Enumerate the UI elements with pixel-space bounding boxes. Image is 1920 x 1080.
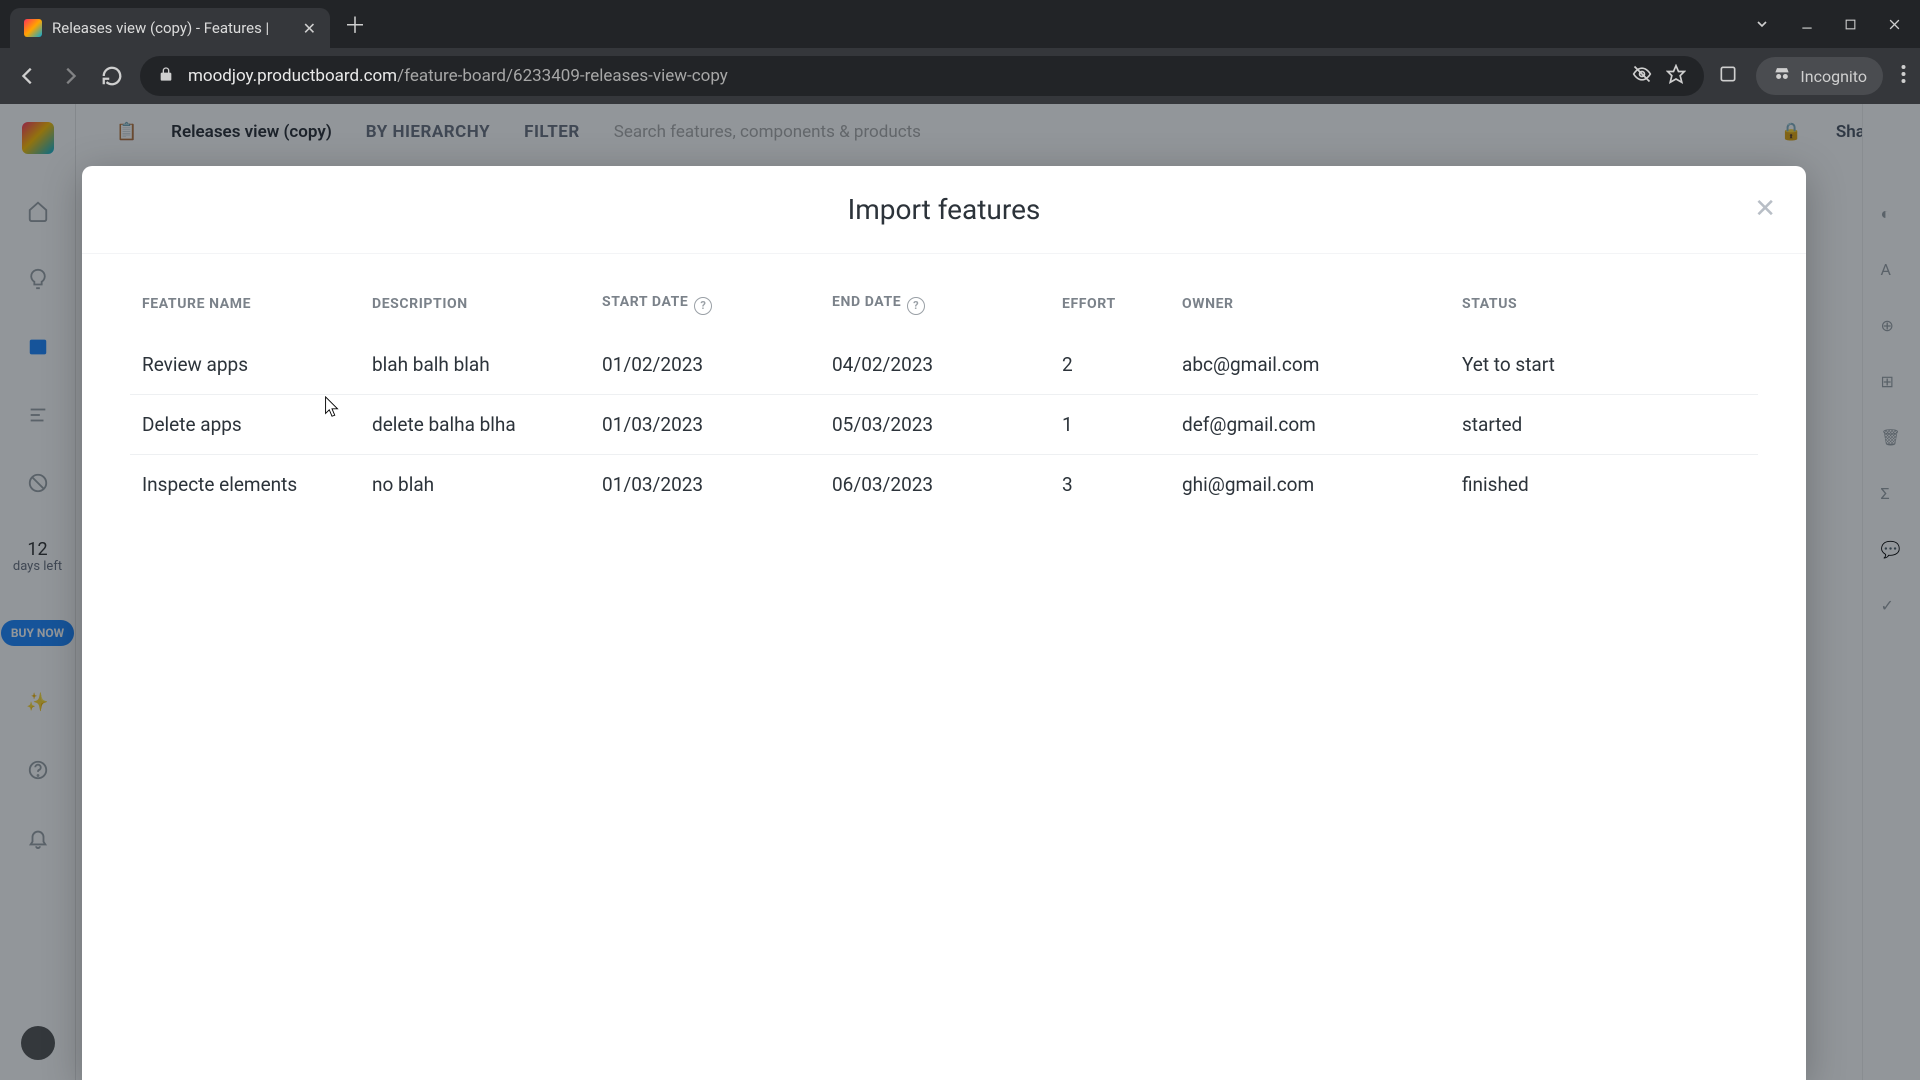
browser-toolbar: moodjoy.productboard.com/feature-board/6…	[0, 48, 1920, 104]
th-owner: OWNER	[1170, 274, 1450, 335]
forward-button[interactable]	[56, 65, 84, 87]
window-close-icon[interactable]	[1887, 17, 1902, 32]
incognito-label: Incognito	[1800, 67, 1867, 86]
window-minimize-icon[interactable]	[1800, 17, 1814, 31]
cell-desc: delete balha blha	[360, 394, 590, 454]
cell-effort: 1	[1050, 394, 1170, 454]
lock-icon	[158, 66, 174, 87]
cursor-icon	[324, 396, 340, 418]
modal-title: Import features	[848, 193, 1041, 226]
tab-favicon	[24, 19, 42, 37]
cell-status: started	[1450, 394, 1758, 454]
modal-header: Import features ✕	[82, 166, 1806, 254]
table-row[interactable]: Review appsblah balh blah01/02/202304/02…	[130, 335, 1758, 395]
cell-end: 04/02/2023	[820, 335, 1050, 395]
cell-desc: blah balh blah	[360, 335, 590, 395]
reload-button[interactable]	[98, 65, 126, 87]
cell-status: Yet to start	[1450, 335, 1758, 395]
tabs-chevron-icon[interactable]	[1754, 16, 1770, 32]
browser-tabstrip: Releases view (copy) - Features | ✕ ＋	[0, 0, 1920, 48]
cell-owner: abc@gmail.com	[1170, 335, 1450, 395]
incognito-badge[interactable]: Incognito	[1756, 57, 1883, 95]
bookmark-star-icon[interactable]	[1666, 64, 1686, 89]
browser-tab[interactable]: Releases view (copy) - Features | ✕	[10, 8, 330, 48]
cell-status: finished	[1450, 454, 1758, 514]
url-text: moodjoy.productboard.com/feature-board/6…	[188, 66, 728, 86]
cell-effort: 2	[1050, 335, 1170, 395]
features-table: FEATURE NAME DESCRIPTION START DATE? END…	[130, 274, 1758, 514]
modal-close-button[interactable]: ✕	[1754, 194, 1776, 224]
address-bar[interactable]: moodjoy.productboard.com/feature-board/6…	[140, 56, 1704, 96]
back-button[interactable]	[14, 65, 42, 87]
cell-start: 01/03/2023	[590, 394, 820, 454]
th-description: DESCRIPTION	[360, 274, 590, 335]
th-feature-name: FEATURE NAME	[130, 274, 360, 335]
cell-owner: ghi@gmail.com	[1170, 454, 1450, 514]
cell-owner: def@gmail.com	[1170, 394, 1450, 454]
incognito-icon	[1772, 64, 1792, 88]
cell-desc: no blah	[360, 454, 590, 514]
window-maximize-icon[interactable]	[1844, 18, 1857, 31]
tab-title: Releases view (copy) - Features |	[52, 19, 293, 37]
help-icon[interactable]: ?	[694, 297, 712, 315]
table-row[interactable]: Inspecte elementsno blah01/03/202306/03/…	[130, 454, 1758, 514]
cell-start: 01/03/2023	[590, 454, 820, 514]
cell-effort: 3	[1050, 454, 1170, 514]
eye-off-icon[interactable]	[1632, 64, 1652, 89]
th-end-date: END DATE?	[820, 274, 1050, 335]
th-status: STATUS	[1450, 274, 1758, 335]
table-row[interactable]: Delete appsdelete balha blha01/03/202305…	[130, 394, 1758, 454]
cell-start: 01/02/2023	[590, 335, 820, 395]
th-effort: EFFORT	[1050, 274, 1170, 335]
cell-end: 06/03/2023	[820, 454, 1050, 514]
help-icon[interactable]: ?	[907, 297, 925, 315]
cell-name: Review apps	[130, 335, 360, 395]
extensions-icon[interactable]	[1718, 64, 1738, 88]
tab-close-icon[interactable]: ✕	[303, 19, 316, 38]
cell-end: 05/03/2023	[820, 394, 1050, 454]
import-features-modal: Import features ✕ FEATURE NAME DESCRIPTI…	[82, 166, 1806, 1080]
new-tab-button[interactable]: ＋	[330, 8, 380, 40]
browser-menu-icon[interactable]	[1901, 64, 1906, 88]
cell-name: Inspecte elements	[130, 454, 360, 514]
th-start-date: START DATE?	[590, 274, 820, 335]
